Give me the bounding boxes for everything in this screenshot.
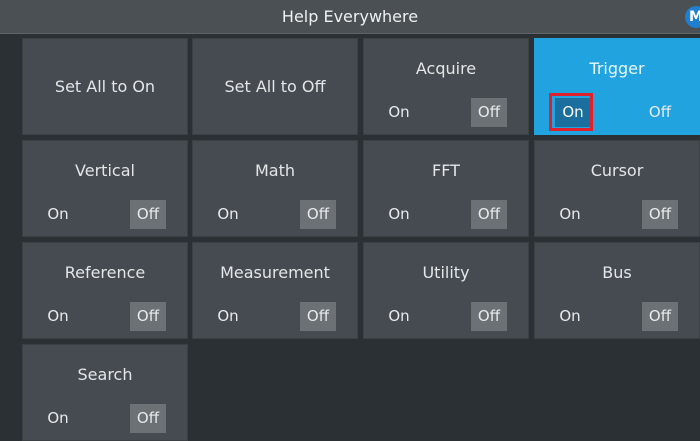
- tile-bus: Bus On Off: [534, 242, 700, 339]
- on-option[interactable]: On: [551, 200, 589, 229]
- off-option[interactable]: Off: [642, 200, 678, 229]
- on-option[interactable]: On: [380, 98, 418, 127]
- on-option[interactable]: On: [380, 200, 418, 229]
- tile-cursor: Cursor On Off: [534, 140, 700, 237]
- set-all-on-label: Set All to On: [54, 77, 156, 96]
- tile-label: Cursor: [590, 161, 644, 180]
- tile-search: Search On Off: [22, 344, 188, 441]
- tile-label: Measurement: [220, 263, 330, 282]
- on-option[interactable]: On: [39, 200, 77, 229]
- off-option[interactable]: Off: [300, 200, 336, 229]
- off-option[interactable]: Off: [471, 98, 507, 127]
- off-option[interactable]: Off: [642, 302, 678, 331]
- tile-measurement: Measurement On Off: [192, 242, 358, 339]
- tile-label: FFT: [432, 161, 460, 180]
- set-all-on-button[interactable]: Set All to On: [22, 38, 188, 135]
- on-option[interactable]: On: [39, 302, 77, 331]
- off-option[interactable]: Off: [471, 200, 507, 229]
- set-all-off-button[interactable]: Set All to Off: [192, 38, 358, 135]
- set-all-off-label: Set All to Off: [224, 77, 326, 96]
- tile-label: Math: [254, 161, 296, 180]
- tile-label: Vertical: [75, 161, 135, 180]
- off-option[interactable]: Off: [130, 302, 166, 331]
- tile-acquire: Acquire On Off: [363, 38, 529, 135]
- on-option[interactable]: On: [39, 404, 77, 433]
- tile-label: Acquire: [415, 59, 477, 78]
- tile-reference: Reference On Off: [22, 242, 188, 339]
- tile-trigger: Trigger On Off: [534, 38, 700, 135]
- tile-fft: FFT On Off: [363, 140, 529, 237]
- off-option[interactable]: Off: [130, 404, 166, 433]
- dialog-title: Help Everywhere: [281, 7, 419, 26]
- on-option[interactable]: On: [209, 200, 247, 229]
- tile-label: Trigger: [589, 59, 645, 78]
- highlight-box: [549, 93, 593, 131]
- off-option[interactable]: Off: [300, 302, 336, 331]
- off-option[interactable]: Off: [642, 98, 678, 127]
- on-option[interactable]: On: [209, 302, 247, 331]
- tile-label: Search: [77, 365, 133, 384]
- menu-badge-icon[interactable]: M: [685, 6, 700, 28]
- tile-label: Reference: [64, 263, 146, 282]
- on-option[interactable]: On: [380, 302, 418, 331]
- tile-vertical: Vertical On Off: [22, 140, 188, 237]
- on-option[interactable]: On: [551, 302, 589, 331]
- tile-utility: Utility On Off: [363, 242, 529, 339]
- off-option[interactable]: Off: [471, 302, 507, 331]
- title-bar: Help Everywhere M: [0, 0, 700, 34]
- off-option[interactable]: Off: [130, 200, 166, 229]
- tile-math: Math On Off: [192, 140, 358, 237]
- tile-label: Bus: [602, 263, 632, 282]
- tile-label: Utility: [422, 263, 470, 282]
